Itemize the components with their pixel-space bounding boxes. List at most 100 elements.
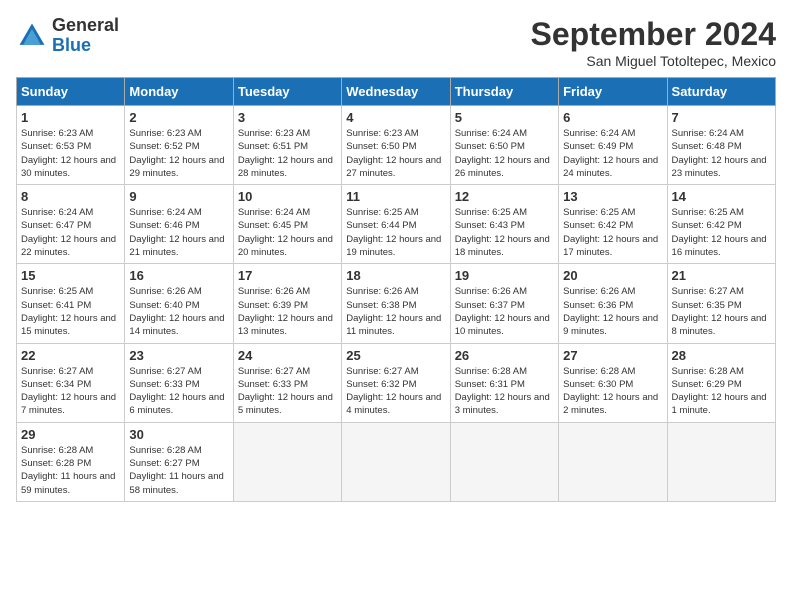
sunset-label: Sunset: 6:45 PM — [238, 220, 308, 231]
calendar-header-row: SundayMondayTuesdayWednesdayThursdayFrid… — [17, 78, 776, 106]
daylight-label: Daylight: 12 hours and 21 minutes. — [129, 234, 224, 258]
sunset-label: Sunset: 6:50 PM — [455, 141, 525, 152]
sunset-label: Sunset: 6:28 PM — [21, 458, 91, 469]
daylight-label: Daylight: 12 hours and 29 minutes. — [129, 155, 224, 179]
month-year-title: September 2024 — [531, 16, 776, 53]
day-info: Sunrise: 6:25 AM Sunset: 6:41 PM Dayligh… — [21, 285, 120, 338]
daylight-label: Daylight: 12 hours and 27 minutes. — [346, 155, 441, 179]
day-info: Sunrise: 6:26 AM Sunset: 6:40 PM Dayligh… — [129, 285, 228, 338]
day-info: Sunrise: 6:27 AM Sunset: 6:35 PM Dayligh… — [672, 285, 771, 338]
calendar-day-cell: 20 Sunrise: 6:26 AM Sunset: 6:36 PM Dayl… — [559, 264, 667, 343]
logo-general-text: General — [52, 16, 119, 36]
calendar-day-cell: 8 Sunrise: 6:24 AM Sunset: 6:47 PM Dayli… — [17, 185, 125, 264]
sunrise-label: Sunrise: 6:28 AM — [21, 445, 93, 456]
day-number: 6 — [563, 110, 662, 125]
sunrise-label: Sunrise: 6:23 AM — [346, 128, 418, 139]
calendar-day-cell: 23 Sunrise: 6:27 AM Sunset: 6:33 PM Dayl… — [125, 343, 233, 422]
day-number: 11 — [346, 189, 445, 204]
sunset-label: Sunset: 6:47 PM — [21, 220, 91, 231]
calendar-day-cell: 25 Sunrise: 6:27 AM Sunset: 6:32 PM Dayl… — [342, 343, 450, 422]
calendar-table: SundayMondayTuesdayWednesdayThursdayFrid… — [16, 77, 776, 502]
day-info: Sunrise: 6:26 AM Sunset: 6:36 PM Dayligh… — [563, 285, 662, 338]
calendar-day-cell: 17 Sunrise: 6:26 AM Sunset: 6:39 PM Dayl… — [233, 264, 341, 343]
daylight-label: Daylight: 12 hours and 16 minutes. — [672, 234, 767, 258]
day-number: 30 — [129, 427, 228, 442]
day-number: 26 — [455, 348, 554, 363]
day-number: 4 — [346, 110, 445, 125]
daylight-label: Daylight: 12 hours and 22 minutes. — [21, 234, 116, 258]
calendar-day-header: Friday — [559, 78, 667, 106]
sunset-label: Sunset: 6:30 PM — [563, 379, 633, 390]
day-number: 20 — [563, 268, 662, 283]
sunrise-label: Sunrise: 6:24 AM — [563, 128, 635, 139]
calendar-day-cell: 16 Sunrise: 6:26 AM Sunset: 6:40 PM Dayl… — [125, 264, 233, 343]
sunrise-label: Sunrise: 6:25 AM — [672, 207, 744, 218]
day-number: 29 — [21, 427, 120, 442]
calendar-day-cell: 18 Sunrise: 6:26 AM Sunset: 6:38 PM Dayl… — [342, 264, 450, 343]
calendar-day-cell — [450, 422, 558, 501]
sunset-label: Sunset: 6:51 PM — [238, 141, 308, 152]
sunset-label: Sunset: 6:27 PM — [129, 458, 199, 469]
daylight-label: Daylight: 12 hours and 5 minutes. — [238, 392, 333, 416]
day-info: Sunrise: 6:25 AM Sunset: 6:43 PM Dayligh… — [455, 206, 554, 259]
calendar-week-row: 8 Sunrise: 6:24 AM Sunset: 6:47 PM Dayli… — [17, 185, 776, 264]
day-number: 24 — [238, 348, 337, 363]
daylight-label: Daylight: 12 hours and 2 minutes. — [563, 392, 658, 416]
calendar-day-cell: 1 Sunrise: 6:23 AM Sunset: 6:53 PM Dayli… — [17, 106, 125, 185]
calendar-day-cell: 10 Sunrise: 6:24 AM Sunset: 6:45 PM Dayl… — [233, 185, 341, 264]
calendar-day-cell: 27 Sunrise: 6:28 AM Sunset: 6:30 PM Dayl… — [559, 343, 667, 422]
day-info: Sunrise: 6:27 AM Sunset: 6:33 PM Dayligh… — [129, 365, 228, 418]
calendar-day-header: Thursday — [450, 78, 558, 106]
day-info: Sunrise: 6:25 AM Sunset: 6:44 PM Dayligh… — [346, 206, 445, 259]
calendar-day-cell: 24 Sunrise: 6:27 AM Sunset: 6:33 PM Dayl… — [233, 343, 341, 422]
sunset-label: Sunset: 6:43 PM — [455, 220, 525, 231]
calendar-day-cell: 9 Sunrise: 6:24 AM Sunset: 6:46 PM Dayli… — [125, 185, 233, 264]
day-number: 21 — [672, 268, 771, 283]
daylight-label: Daylight: 12 hours and 30 minutes. — [21, 155, 116, 179]
daylight-label: Daylight: 12 hours and 13 minutes. — [238, 313, 333, 337]
logo-text: General Blue — [52, 16, 119, 56]
sunrise-label: Sunrise: 6:27 AM — [238, 366, 310, 377]
calendar-day-header: Wednesday — [342, 78, 450, 106]
daylight-label: Daylight: 12 hours and 15 minutes. — [21, 313, 116, 337]
day-number: 14 — [672, 189, 771, 204]
day-info: Sunrise: 6:27 AM Sunset: 6:34 PM Dayligh… — [21, 365, 120, 418]
daylight-label: Daylight: 12 hours and 1 minute. — [672, 392, 767, 416]
sunrise-label: Sunrise: 6:23 AM — [238, 128, 310, 139]
day-info: Sunrise: 6:26 AM Sunset: 6:37 PM Dayligh… — [455, 285, 554, 338]
sunset-label: Sunset: 6:53 PM — [21, 141, 91, 152]
day-number: 12 — [455, 189, 554, 204]
daylight-label: Daylight: 12 hours and 23 minutes. — [672, 155, 767, 179]
daylight-label: Daylight: 12 hours and 18 minutes. — [455, 234, 550, 258]
day-info: Sunrise: 6:24 AM Sunset: 6:47 PM Dayligh… — [21, 206, 120, 259]
daylight-label: Daylight: 12 hours and 26 minutes. — [455, 155, 550, 179]
calendar-week-row: 29 Sunrise: 6:28 AM Sunset: 6:28 PM Dayl… — [17, 422, 776, 501]
sunrise-label: Sunrise: 6:25 AM — [346, 207, 418, 218]
sunrise-label: Sunrise: 6:27 AM — [672, 286, 744, 297]
calendar-day-cell: 19 Sunrise: 6:26 AM Sunset: 6:37 PM Dayl… — [450, 264, 558, 343]
day-info: Sunrise: 6:24 AM Sunset: 6:48 PM Dayligh… — [672, 127, 771, 180]
sunset-label: Sunset: 6:31 PM — [455, 379, 525, 390]
daylight-label: Daylight: 12 hours and 11 minutes. — [346, 313, 441, 337]
day-number: 5 — [455, 110, 554, 125]
day-info: Sunrise: 6:26 AM Sunset: 6:39 PM Dayligh… — [238, 285, 337, 338]
sunrise-label: Sunrise: 6:23 AM — [21, 128, 93, 139]
day-number: 7 — [672, 110, 771, 125]
day-number: 19 — [455, 268, 554, 283]
daylight-label: Daylight: 12 hours and 17 minutes. — [563, 234, 658, 258]
daylight-label: Daylight: 12 hours and 20 minutes. — [238, 234, 333, 258]
sunrise-label: Sunrise: 6:26 AM — [129, 286, 201, 297]
sunrise-label: Sunrise: 6:27 AM — [21, 366, 93, 377]
calendar-day-cell: 22 Sunrise: 6:27 AM Sunset: 6:34 PM Dayl… — [17, 343, 125, 422]
logo-icon — [16, 20, 48, 52]
calendar-day-cell — [559, 422, 667, 501]
calendar-week-row: 1 Sunrise: 6:23 AM Sunset: 6:53 PM Dayli… — [17, 106, 776, 185]
sunset-label: Sunset: 6:40 PM — [129, 300, 199, 311]
sunrise-label: Sunrise: 6:28 AM — [129, 445, 201, 456]
day-info: Sunrise: 6:28 AM Sunset: 6:30 PM Dayligh… — [563, 365, 662, 418]
calendar-day-cell: 28 Sunrise: 6:28 AM Sunset: 6:29 PM Dayl… — [667, 343, 775, 422]
calendar-day-cell: 6 Sunrise: 6:24 AM Sunset: 6:49 PM Dayli… — [559, 106, 667, 185]
calendar-day-cell — [233, 422, 341, 501]
daylight-label: Daylight: 12 hours and 14 minutes. — [129, 313, 224, 337]
day-number: 3 — [238, 110, 337, 125]
